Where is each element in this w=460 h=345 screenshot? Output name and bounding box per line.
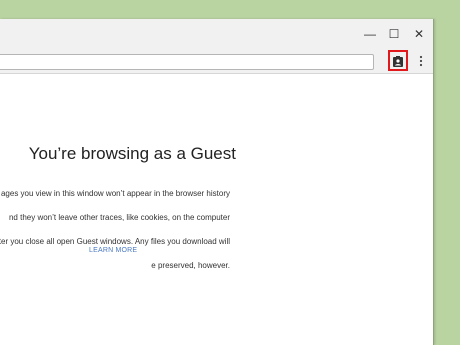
minimize-button[interactable]: — [363, 27, 377, 41]
title-bar: — ☐ ✕ [0, 19, 433, 49]
description-line: nd they won’t leave other traces, like c… [8, 213, 230, 222]
close-button[interactable]: ✕ [412, 27, 426, 41]
guest-profile-icon [393, 56, 403, 67]
guest-description: ages you view in this window won’t appea… [0, 176, 230, 284]
guest-profile-button[interactable] [388, 50, 408, 71]
kebab-menu-icon[interactable] [416, 53, 426, 69]
browser-toolbar [0, 49, 433, 74]
description-line: ages you view in this window won’t appea… [0, 189, 230, 198]
browser-window: — ☐ ✕ You’re browsing as a Guest ages yo… [0, 19, 434, 345]
maximize-button[interactable]: ☐ [387, 27, 401, 41]
guest-page-content: You’re browsing as a Guest ages you view… [0, 74, 433, 345]
learn-more-link[interactable]: LEARN MORE [89, 247, 137, 254]
page-title: You’re browsing as a Guest [28, 144, 236, 163]
description-line: e preserved, however. [151, 261, 230, 270]
address-bar[interactable] [0, 54, 374, 70]
